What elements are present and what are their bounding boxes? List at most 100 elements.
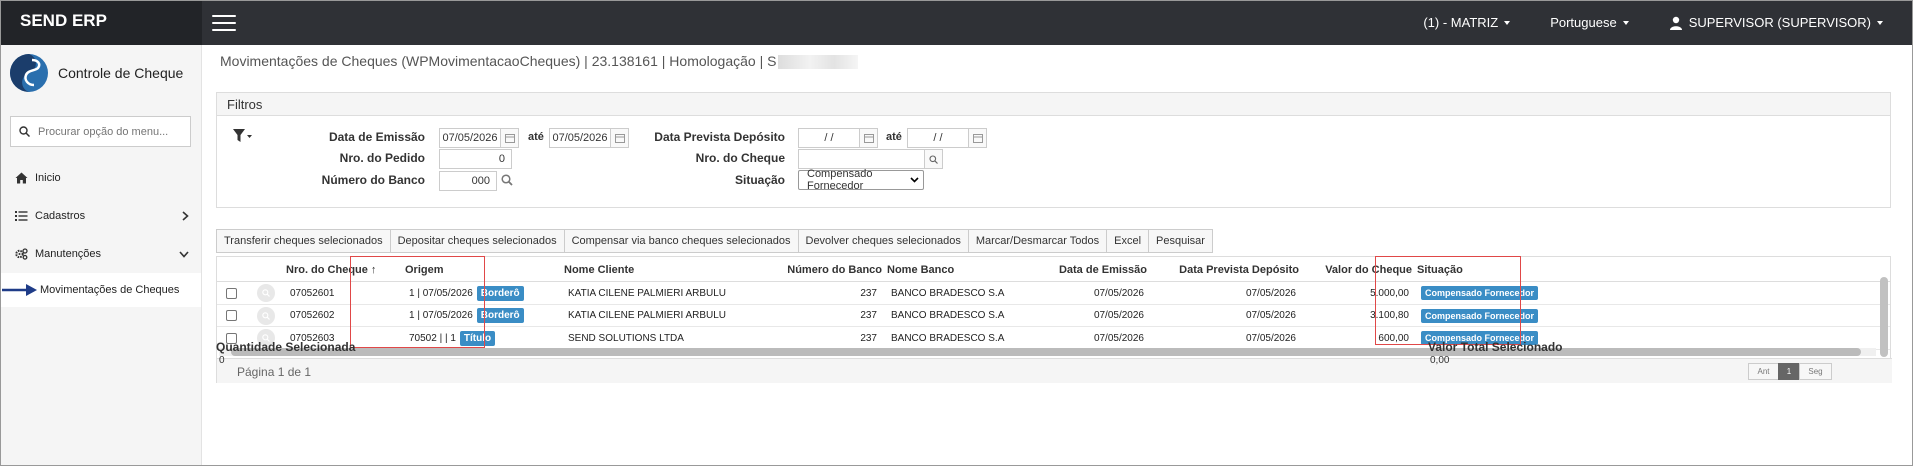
nro-cheque-input[interactable] — [798, 149, 943, 169]
pesquisar-button[interactable]: Pesquisar — [1148, 229, 1213, 253]
col-nome-cliente[interactable]: Nome Cliente — [564, 257, 634, 282]
valor-total-value: 0,00 — [1430, 355, 1450, 366]
numero-banco-input[interactable]: 000 — [439, 171, 497, 191]
sidebar-item-cadastros[interactable]: Cadastros — [0, 197, 201, 235]
highlight-situacao — [1375, 256, 1521, 345]
list-icon — [15, 211, 28, 221]
language-selector[interactable]: Portuguese — [1550, 15, 1629, 30]
nro-cheque-label: Nro. do Cheque — [695, 151, 785, 165]
highlight-origem — [350, 256, 485, 348]
page-title-text: Movimentações de Cheques (WPMovimentacao… — [220, 53, 777, 69]
cell-banco-nome: BANCO BRADESCO S.A — [891, 287, 1005, 299]
caret-down-icon — [1504, 20, 1511, 25]
cell-prevista: 07/05/2026 — [1245, 310, 1296, 321]
arrow-pointer-icon — [2, 284, 37, 296]
chevron-right-icon — [182, 211, 189, 221]
devolver-button[interactable]: Devolver cheques selecionados — [797, 229, 969, 253]
cell-cliente: KATIA CILENE PALMIERI ARBULU — [568, 287, 727, 299]
transferir-button[interactable]: Transferir cheques selecionados — [216, 229, 391, 253]
depositar-button[interactable]: Depositar cheques selecionados — [389, 229, 565, 253]
caret-down-icon — [1622, 20, 1629, 25]
cell-emissao: 07/05/2026 — [1093, 310, 1144, 321]
situacao-select[interactable]: Compensado Fornecedor — [798, 168, 924, 192]
data-emissao-from-input[interactable]: 07/05/2026 — [439, 128, 519, 148]
ate-label: até — [528, 131, 544, 143]
home-icon — [15, 172, 28, 184]
numero-banco-label: Número do Banco — [321, 173, 425, 187]
cell-cheque: 07052601 — [290, 287, 335, 299]
date-value: 07/05/2026 — [552, 132, 608, 144]
data-prevista-to-input[interactable]: / / — [907, 128, 987, 148]
sidebar: Controle de Cheque Inicio Cadastros Manu… — [0, 45, 202, 466]
cell-banco-num: 237 — [860, 287, 877, 299]
horizontal-scrollbar[interactable] — [219, 348, 1876, 356]
search-icon — [262, 289, 270, 297]
compensar-button[interactable]: Compensar via banco cheques selecionados — [563, 229, 799, 253]
search-icon — [262, 311, 270, 320]
sidebar-item-manutencoes[interactable]: Manutenções — [0, 235, 201, 273]
sidebar-header: Controle de Cheque — [0, 45, 201, 101]
next-page-button[interactable]: Seg — [1799, 363, 1832, 380]
sidebar-subitem-movimentacoes[interactable]: Movimentações de Cheques — [0, 273, 201, 307]
cell-emissao: 07/05/2026 — [1093, 287, 1144, 299]
cell-emissao: 07/05/2026 — [1093, 332, 1144, 344]
app-logo-icon — [10, 54, 48, 92]
col-data-prevista[interactable]: Data Prevista Depósito — [1167, 257, 1299, 282]
caret-down-icon — [1877, 20, 1883, 25]
row-view-button[interactable] — [257, 282, 275, 304]
search-icon[interactable] — [924, 150, 942, 168]
company-selector[interactable]: (1) - MATRIZ — [1423, 15, 1511, 30]
cell-cheque: 07052602 — [290, 310, 335, 321]
chevron-down-icon — [179, 250, 189, 258]
date-value: / / — [933, 132, 943, 144]
marcar-desmarcar-button[interactable]: Marcar/Desmarcar Todos — [967, 229, 1108, 253]
cell-prevista: 07/05/2026 — [1245, 287, 1296, 299]
chevron-down-icon — [910, 177, 919, 183]
top-navbar: SEND ERP (1) - MATRIZ Portuguese SUPERVI… — [0, 0, 1913, 45]
pager-text: Página 1 de 1 — [237, 365, 312, 379]
data-prevista-label: Data Prevista Depósito — [654, 130, 785, 144]
sidebar-item-label: Inicio — [35, 172, 61, 184]
qtd-selecionada-value: 0 — [219, 355, 225, 366]
nro-pedido-input[interactable]: 0 — [439, 149, 512, 169]
col-data-emissao[interactable]: Data de Emissão — [1037, 257, 1147, 282]
row-checkbox[interactable] — [226, 305, 237, 327]
sidebar-item-inicio[interactable]: Inicio — [0, 159, 201, 197]
menu-search-input[interactable] — [38, 125, 178, 138]
row-checkbox[interactable] — [226, 282, 237, 304]
user-menu[interactable]: SUPERVISOR (SUPERVISOR) — [1669, 15, 1883, 30]
data-prevista-from-input[interactable]: / / — [798, 128, 878, 148]
nro-pedido-value: 0 — [498, 153, 505, 165]
user-label: SUPERVISOR (SUPERVISOR) — [1688, 15, 1871, 30]
calendar-icon[interactable] — [859, 129, 877, 147]
col-nome-banco[interactable]: Nome Banco — [887, 257, 954, 282]
main-content: Movimentações de Cheques (WPMovimentacao… — [203, 45, 1913, 466]
calendar-icon[interactable] — [610, 129, 628, 147]
search-icon — [19, 126, 30, 137]
valor-total-label: Valor Total Selecionado — [1428, 340, 1563, 354]
gears-icon — [15, 248, 28, 260]
prev-page-button[interactable]: Ant — [1748, 363, 1779, 380]
action-toolbar: Transferir cheques selecionados Deposita… — [216, 229, 1213, 253]
situacao-value: Compensado Fornecedor — [807, 168, 873, 192]
hamburger-menu-icon[interactable] — [212, 14, 236, 31]
calendar-icon[interactable] — [500, 129, 518, 147]
page-1-button[interactable]: 1 — [1778, 363, 1800, 380]
date-value: 07/05/2026 — [442, 132, 498, 144]
cell-banco-num: 237 — [860, 310, 877, 321]
col-numero-banco[interactable]: Número do Banco — [777, 257, 882, 282]
data-emissao-to-input[interactable]: 07/05/2026 — [549, 128, 629, 148]
row-view-button[interactable] — [257, 305, 275, 327]
menu-search[interactable] — [10, 116, 191, 147]
cell-cliente: SEND SOLUTIONS LTDA — [568, 332, 684, 344]
cell-banco-nome: BANCO BRADESCO S.A — [891, 332, 1005, 344]
cell-banco-num: 237 — [860, 332, 877, 344]
search-icon[interactable] — [501, 174, 513, 186]
cell-banco-nome: BANCO BRADESCO S.A — [891, 310, 1005, 321]
numero-banco-value: 000 — [471, 175, 490, 187]
filters-heading: Filtros — [217, 93, 1890, 116]
calendar-icon[interactable] — [968, 129, 986, 147]
filter-dropdown-icon[interactable] — [233, 129, 253, 143]
excel-button[interactable]: Excel — [1106, 229, 1150, 253]
brand-logo[interactable]: SEND ERP — [0, 0, 202, 45]
